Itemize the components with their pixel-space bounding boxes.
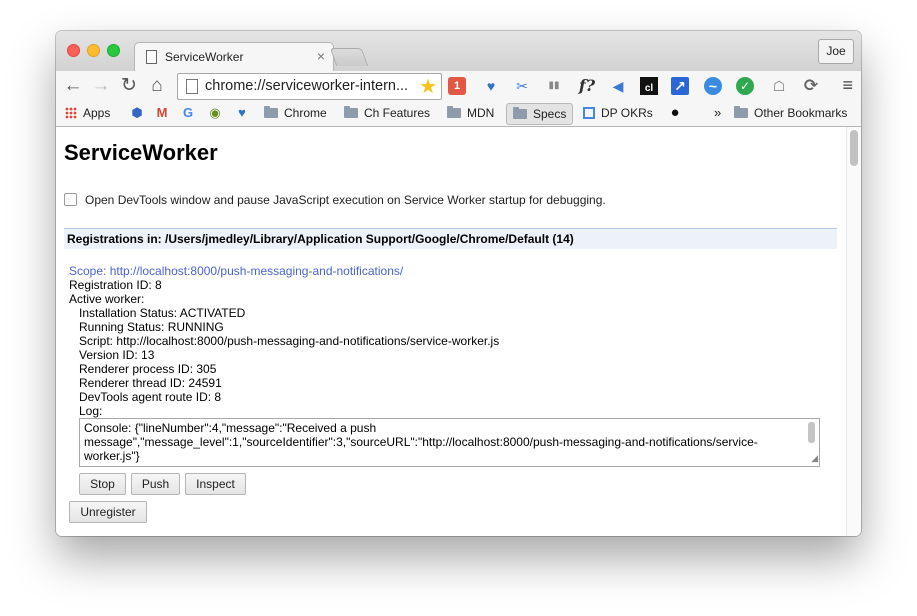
script-url: Script: http://localhost:8000/push-messa… (79, 334, 500, 348)
ext-arrow-icon[interactable]: ↗ (671, 77, 689, 95)
scope-link[interactable]: Scope: http://localhost:8000/push-messag… (69, 264, 499, 278)
bookmark-label: Apps (83, 106, 111, 120)
bookmark-label: DP OKRs (601, 106, 653, 120)
folder-icon (344, 106, 358, 118)
page-title: ServiceWorker (64, 140, 218, 165)
menu-icon[interactable]: ≡ (842, 75, 853, 96)
bookmark-folder-chrome[interactable]: Chrome (264, 102, 327, 124)
ext-megaphone-icon[interactable]: ◀ (607, 75, 629, 97)
address-bar[interactable]: chrome://serviceworker-intern... ★ (177, 73, 442, 100)
stop-button[interactable]: Stop (79, 473, 126, 495)
tab-serviceworker[interactable]: ServiceWorker × (134, 42, 334, 72)
devtools-route-id: DevTools agent route ID: 8 (79, 390, 222, 404)
url-text[interactable]: chrome://serviceworker-intern... (205, 78, 415, 94)
ext-cl-icon[interactable]: cl (640, 77, 658, 95)
bookmarks-overflow-button[interactable]: » (714, 102, 721, 124)
active-worker-label: Active worker: (69, 292, 145, 306)
scrollbar-thumb[interactable] (850, 130, 858, 166)
minimize-window-button[interactable] (87, 44, 100, 57)
bookmark-google-icon[interactable]: G (179, 104, 197, 122)
ext-check-icon[interactable]: ✓ (736, 77, 754, 95)
running-status: Running Status: RUNNING (79, 320, 224, 334)
tab-title: ServiceWorker (165, 50, 244, 64)
ext-fquestion-icon[interactable]: f? (576, 75, 598, 97)
bookmark-apps[interactable]: Apps (65, 102, 110, 124)
back-icon[interactable]: ← (61, 74, 85, 98)
profile-button[interactable]: Joe (818, 39, 854, 64)
new-tab-button[interactable] (329, 48, 369, 66)
ext-pulse-icon[interactable]: ~ (704, 77, 722, 95)
folder-icon (513, 107, 527, 119)
renderer-thread-id: Renderer thread ID: 24591 (79, 376, 222, 390)
version-id: Version ID: 13 (79, 348, 155, 362)
bookmark-folder-other[interactable]: Other Bookmarks (734, 102, 847, 124)
registration-details: Scope: http://localhost:8000/push-messag… (69, 264, 499, 418)
log-textarea[interactable]: Console: {"lineNumber":4,"message":"Rece… (79, 418, 820, 467)
bookmark-label: Specs (533, 107, 567, 121)
installation-status: Installation Status: ACTIVATED (79, 306, 246, 320)
page-content: ServiceWorker Open DevTools window and p… (56, 127, 861, 536)
github-icon[interactable]: ● (666, 104, 684, 122)
unregister-button[interactable]: Unregister (69, 501, 147, 523)
registration-id: Registration ID: 8 (69, 278, 162, 292)
debug-label: Open DevTools window and pause JavaScrip… (85, 193, 606, 207)
bookmark-hex-icon[interactable]: ⬢ (128, 104, 146, 122)
home-icon[interactable]: ⌂ (145, 74, 169, 98)
bookmark-heart-icon[interactable]: ♥ (233, 104, 251, 122)
log-scrollbar[interactable] (808, 422, 815, 443)
bookmark-label: Other Bookmarks (754, 106, 848, 120)
resize-grip-icon[interactable]: ◢ (811, 451, 818, 465)
bookmark-label: MDN (467, 106, 495, 120)
bookmark-star-icon[interactable]: ★ (419, 74, 437, 99)
push-button[interactable]: Push (131, 473, 180, 495)
reload-icon[interactable]: ↻ (117, 74, 141, 98)
bookmark-folder-mdn[interactable]: MDN (447, 102, 494, 124)
debug-option: Open DevTools window and pause JavaScrip… (64, 193, 606, 207)
ext-red-1-icon[interactable]: 1 (448, 77, 466, 95)
tab-strip: ServiceWorker × Joe (56, 31, 861, 72)
bookmark-folder-ch-features[interactable]: Ch Features (344, 102, 430, 124)
page-icon (146, 50, 157, 64)
folder-icon (447, 106, 461, 118)
ext-scissors-icon[interactable]: ✂ (511, 75, 533, 97)
bookmark-gmail-icon[interactable]: M (153, 104, 171, 122)
apps-grid-icon (65, 107, 77, 119)
ext-sync-icon[interactable]: ⟳ (800, 75, 822, 97)
page-icon (186, 79, 198, 94)
bookmark-folder-specs[interactable]: Specs (506, 103, 574, 125)
ext-ghost-icon[interactable]: ☖ (768, 75, 790, 97)
close-window-button[interactable] (67, 44, 80, 57)
tab-close-icon[interactable]: × (317, 48, 325, 64)
folder-icon (734, 106, 748, 118)
inspect-button[interactable]: Inspect (185, 473, 246, 495)
bookmark-clock-icon[interactable]: ◉ (206, 104, 224, 122)
registrations-header: Registrations in: /Users/jmedley/Library… (64, 228, 837, 249)
ext-heart-icon[interactable]: ♥ (480, 75, 502, 97)
log-label: Log: (79, 404, 103, 418)
doc-icon (583, 107, 595, 119)
bookmarks-bar: Apps ⬢ M G ◉ ♥ Chrome Ch Features MDN Sp… (56, 102, 861, 127)
forward-icon[interactable]: → (89, 74, 113, 98)
ext-columns-icon[interactable]: ▮▮ (543, 75, 565, 97)
folder-icon (264, 106, 278, 118)
browser-window: ServiceWorker × Joe ← → ↻ ⌂ chrome://ser… (56, 31, 861, 536)
bookmark-dp-okrs[interactable]: DP OKRs (583, 102, 653, 124)
zoom-window-button[interactable] (107, 44, 120, 57)
page-scrollbar[interactable] (846, 127, 861, 536)
debug-checkbox[interactable] (64, 193, 77, 206)
bookmark-label: Ch Features (364, 106, 431, 120)
toolbar: ← → ↻ ⌂ chrome://serviceworker-intern...… (56, 71, 861, 102)
log-text: Console: {"lineNumber":4,"message":"Rece… (84, 421, 758, 463)
bookmark-label: Chrome (284, 106, 327, 120)
renderer-process-id: Renderer process ID: 305 (79, 362, 217, 376)
